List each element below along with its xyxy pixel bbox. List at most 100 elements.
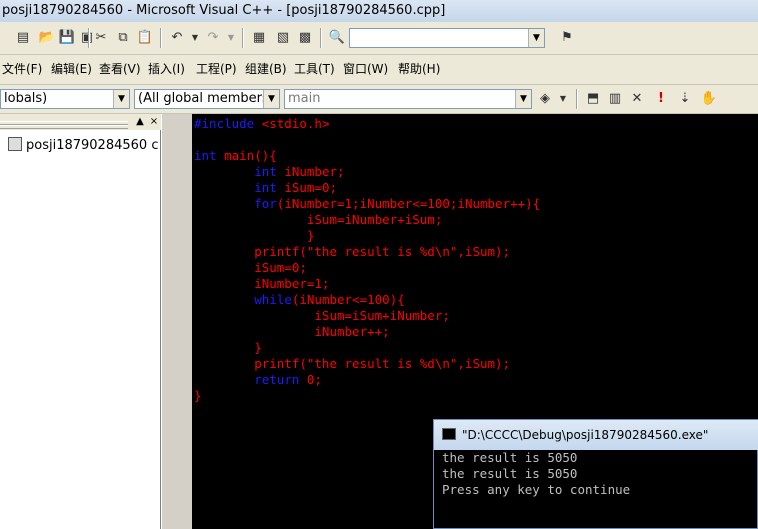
new-file-icon[interactable]: ▤ [14, 29, 32, 47]
code-token: printf("the result is %d\n",iSum); [194, 244, 511, 259]
wizard-action-dropdown-icon[interactable]: ▼ [554, 90, 572, 108]
workspace-icon[interactable]: ▦ [250, 29, 268, 47]
code-token: <stdio.h> [261, 116, 330, 131]
code-keyword: #include [194, 116, 262, 131]
code-line: printf("the result is %d\n",iSum); [194, 356, 540, 372]
code-line: printf("the result is %d\n",iSum); [194, 244, 540, 260]
console-title-bar[interactable]: "D:\CCCC\Debug\posji18790284560.exe" [434, 420, 758, 450]
menu-window[interactable]: 窗口(W) [343, 55, 388, 84]
wizard-bar: lobals) ▼ (All global members ▼ main ▼ ◈… [0, 85, 758, 114]
code-keyword: for [254, 196, 277, 211]
menu-view[interactable]: 查看(V) [99, 55, 141, 84]
code-line: iSum=0; [194, 260, 540, 276]
code-keyword: while [254, 292, 292, 307]
code-keyword: int [194, 148, 217, 163]
code-token: iNumber=1; [194, 276, 330, 291]
code-token: iNumber++; [194, 324, 390, 339]
member-combo[interactable]: main ▼ [284, 89, 532, 109]
console-line: Press any key to continue [442, 482, 631, 497]
code-line: int iNumber; [194, 164, 540, 180]
code-token: 0; [299, 372, 322, 387]
standard-toolbar: ▤ 📂 💾 ▣ ✂ ⧉ 📋 ↶ ▼ ↷ ▼ ▦ ▧ ▩ 🔍 ▼ ⚑ [0, 22, 758, 55]
redo-icon[interactable]: ↷ [204, 29, 222, 47]
editor-gutter [172, 114, 192, 529]
redo-dropdown-icon[interactable]: ▼ [222, 29, 240, 47]
workspace-pane [0, 114, 161, 529]
console-app-icon [442, 428, 456, 440]
build-icon[interactable]: ▥ [606, 90, 624, 108]
code-token: iSum=iSum+iNumber; [194, 308, 450, 323]
menu-tools[interactable]: 工具(T) [294, 55, 335, 84]
undo-icon[interactable]: ↶ [168, 29, 186, 47]
menu-build[interactable]: 组建(B) [245, 55, 287, 84]
workspace-project-label: posji18790284560 c [26, 138, 159, 153]
code-line: } [194, 388, 540, 404]
class-scope-value: lobals) [4, 91, 48, 106]
code-line: while(iNumber<=100){ [194, 292, 540, 308]
code-keyword: return [254, 372, 300, 387]
wizard-action-icon[interactable]: ◈ [536, 90, 554, 108]
compile-icon[interactable]: ⬒ [584, 90, 602, 108]
window-title-bar[interactable]: posji18790284560 - Microsoft Visual C++ … [0, 0, 758, 22]
code-token: main(){ [216, 148, 277, 163]
workspace-project-item[interactable]: posji18790284560 c [8, 137, 158, 153]
code-line: } [194, 228, 540, 244]
cut-icon[interactable]: ✂ [92, 29, 110, 47]
code-line: iSum=iNumber+iSum; [194, 212, 540, 228]
code-keyword: int [254, 180, 277, 195]
copy-icon[interactable]: ⧉ [114, 29, 132, 47]
filter-arrow-icon[interactable]: ▼ [263, 90, 279, 108]
search-icon[interactable]: ⚑ [558, 29, 576, 47]
code-token: } [194, 340, 262, 355]
code-line: int iSum=0; [194, 180, 540, 196]
code-token: (iNumber=1;iNumber<=100;iNumber++){ [276, 196, 541, 211]
open-folder-icon[interactable]: 📂 [38, 29, 56, 47]
console-line: the result is 5050 [442, 450, 578, 465]
filter-combo[interactable]: (All global members ▼ [134, 89, 280, 109]
undo-dropdown-icon[interactable]: ▼ [186, 29, 204, 47]
find-combo-arrow-icon[interactable]: ▼ [528, 29, 544, 47]
menu-file[interactable]: 文件(F) [2, 55, 42, 84]
code-line: #include <stdio.h> [194, 116, 540, 132]
code-token: iSum=0; [276, 180, 338, 195]
member-arrow-icon[interactable]: ▼ [515, 90, 531, 108]
project-file-icon [8, 137, 22, 151]
menu-help[interactable]: 帮助(H) [398, 55, 440, 84]
console-line: the result is 5050 [442, 466, 578, 481]
code-line: iNumber++; [194, 324, 540, 340]
breakpoint-hand-icon[interactable]: ✋ [700, 90, 718, 108]
code-line: int main(){ [194, 148, 540, 164]
output-window-icon[interactable]: ▧ [274, 29, 292, 47]
code-token: iSum=0; [194, 260, 307, 275]
find-in-files-icon[interactable]: 🔍 [328, 29, 346, 47]
code-token: } [194, 228, 315, 243]
window-title: posji18790284560 - Microsoft Visual C++ … [2, 3, 446, 18]
find-combo[interactable]: ▼ [349, 28, 545, 48]
workspace-close-icon[interactable]: × [148, 116, 160, 128]
execute-icon[interactable]: ! [652, 90, 670, 108]
stop-build-icon[interactable]: ✕ [628, 90, 646, 108]
save-icon[interactable]: 💾 [58, 29, 76, 47]
code-line: for(iNumber=1;iNumber<=100;iNumber++){ [194, 196, 540, 212]
code-keyword: int [254, 164, 277, 179]
code-line: iNumber=1; [194, 276, 540, 292]
menu-insert[interactable]: 插入(I) [148, 55, 185, 84]
menu-bar: 文件(F) 编辑(E) 查看(V) 插入(I) 工程(P) 组建(B) 工具(T… [0, 55, 758, 85]
paste-icon[interactable]: 📋 [136, 29, 154, 47]
code-token: } [194, 388, 202, 403]
go-icon[interactable]: ⇣ [676, 90, 694, 108]
class-scope-combo[interactable]: lobals) ▼ [0, 89, 130, 109]
code-text[interactable]: #include <stdio.h> int main(){ int iNumbe… [194, 116, 540, 404]
workspace-maximize-icon[interactable]: ▲ [134, 116, 146, 128]
menu-edit[interactable]: 编辑(E) [51, 55, 92, 84]
console-title: "D:\CCCC\Debug\posji18790284560.exe" [462, 428, 709, 442]
code-line: iSum=iSum+iNumber; [194, 308, 540, 324]
menu-project[interactable]: 工程(P) [196, 55, 237, 84]
class-scope-arrow-icon[interactable]: ▼ [113, 90, 129, 108]
window-list-icon[interactable]: ▩ [296, 29, 314, 47]
